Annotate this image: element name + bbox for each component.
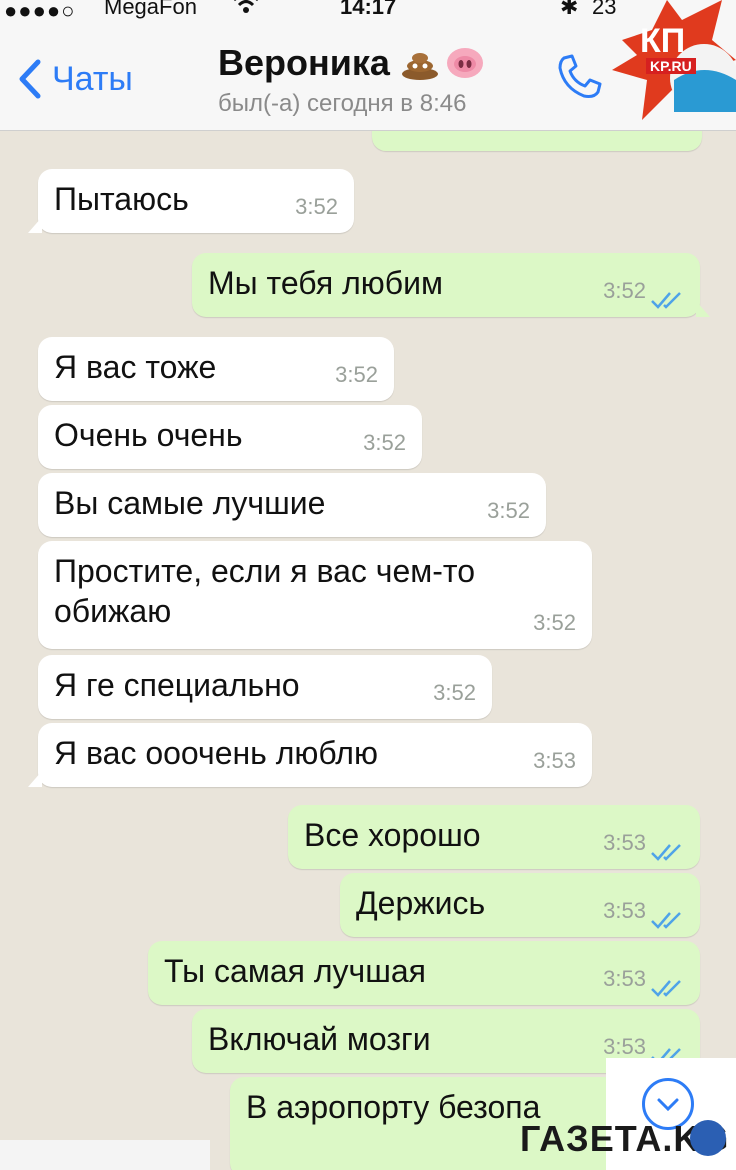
message-text: Все хорошо [304,817,481,853]
message-time: 3:52 [295,194,338,219]
message-time: 3:52 [487,498,530,523]
kp-logo-text: КП [640,22,686,60]
bubble-tail [28,771,42,787]
message-time: 3:52 [363,430,406,455]
back-label: Чаты [52,59,133,98]
bubble-tail [696,301,710,317]
message-text: Я ге специально [54,667,300,703]
message-bubble-incoming: Вы самые лучшие 3:52 [38,473,546,537]
message-text: Очень очень [54,417,243,453]
message-text: Ты самая лучшая [164,953,426,989]
message-bubble-incoming: Я вас ооочень люблю 3:53 [28,723,592,787]
message-bubble-outgoing [372,131,702,151]
bluetooth-icon: ✱ [560,0,579,19]
message-text: Я вас тоже [54,349,217,385]
read-ticks-icon [651,912,681,929]
message-time: 3:52 [533,610,576,635]
call-button[interactable] [554,52,604,107]
message-text: Вы самые лучшие [54,485,326,521]
contact-name: Вероника [218,42,390,83]
gazeta-globe-icon [690,1120,726,1156]
message-time: 3:52 [335,362,378,387]
message-bubble-incoming: Простите, если я вас чем-то обижаю 3:52 [38,541,592,649]
message-text: Мы тебя любим [208,265,443,301]
message-text: Включай мозги [208,1021,431,1057]
message-time: 3:53 [533,748,576,773]
message-time: 3:52 [433,680,476,705]
message-bubble-outgoing: Все хорошо 3:53 [288,805,700,869]
read-ticks-icon [651,844,681,861]
bubble-tail [28,217,42,233]
phone-icon [558,54,602,98]
chevron-left-icon [19,59,41,99]
message-time: 3:53 [603,830,646,855]
message-bubble-incoming: Я вас тоже 3:52 [38,337,394,401]
message-bubble-outgoing: Мы тебя любим 3:52 [192,253,710,317]
message-text: В аэропорту безопа [246,1089,541,1125]
carrier-name: MegaFon [104,0,197,19]
poop-emoji-icon [401,53,438,80]
wifi-icon [232,0,260,20]
last-seen-status: был(-а) сегодня в 8:46 [218,90,467,117]
signal-strength-icon: ●●●●○ [4,0,76,23]
clock: 14:17 [340,0,397,19]
contact-info[interactable]: Вероника был(-а) сегодня в 8:46 [218,42,484,118]
message-time: 3:52 [603,278,646,303]
kp-logo-site: KP.RU [646,58,696,74]
message-text: Держись [356,885,486,921]
message-bubble-incoming: Очень очень 3:52 [38,405,422,469]
message-text: Я вас ооочень люблю [54,735,378,771]
message-bubble-outgoing: Держись 3:53 [340,873,700,937]
chat-area[interactable]: Пытаюсь 3:52 Мы тебя любим 3:52 Я вас то… [0,131,736,1170]
message-time: 3:53 [603,966,646,991]
message-bubble-incoming: Пытаюсь 3:52 [28,169,354,233]
read-ticks-icon [651,980,681,997]
pig-nose-icon [446,48,483,78]
message-bubble-outgoing: Ты самая лучшая 3:53 [148,941,700,1005]
message-text: Пытаюсь [54,181,189,217]
read-ticks-icon [651,292,681,309]
input-bar-fragment [0,1140,210,1170]
message-text: Простите, если я вас чем-то обижаю [54,553,475,629]
back-to-chats-button[interactable]: Чаты [18,54,133,104]
message-bubble-incoming: Я ге специально 3:52 [38,655,492,719]
message-time: 3:53 [603,898,646,923]
